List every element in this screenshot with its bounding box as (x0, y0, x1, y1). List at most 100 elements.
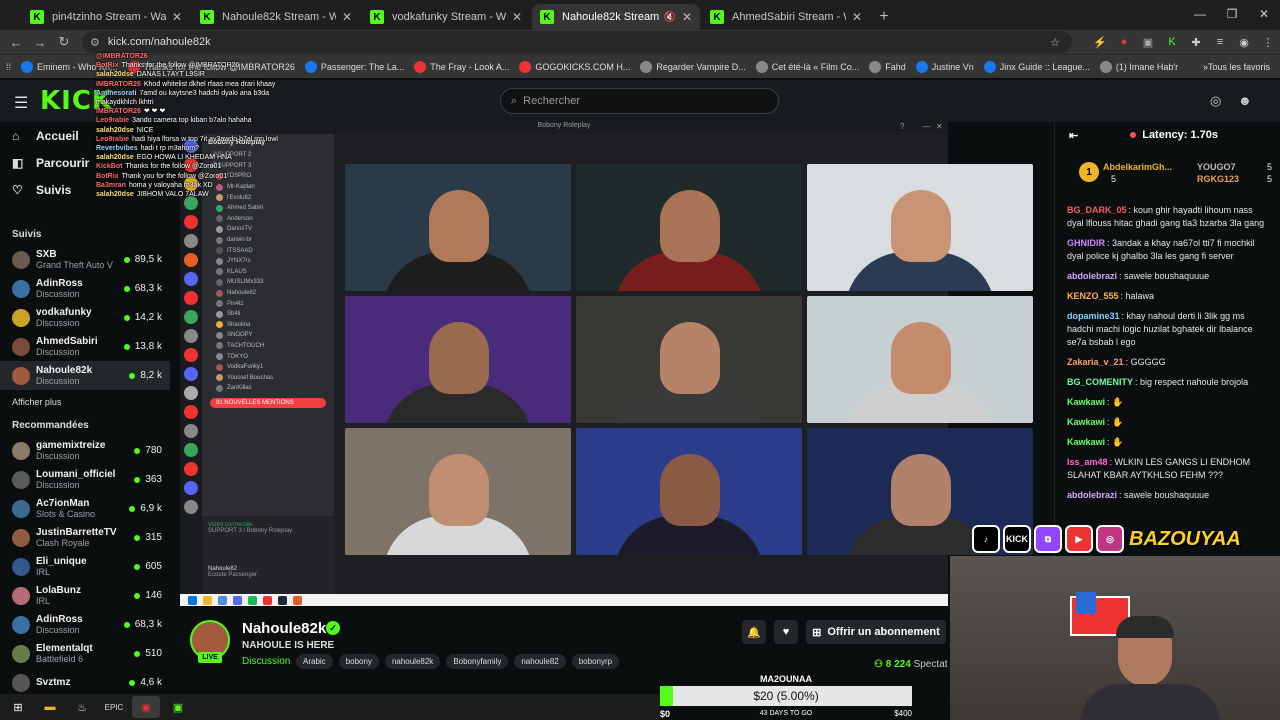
gifter-name[interactable]: YOUGO7 (1197, 162, 1236, 172)
stream-tag[interactable]: bobony (338, 654, 379, 669)
streamer-name[interactable]: Nahoule82k (242, 620, 326, 637)
media-icon[interactable]: ≡ (1208, 36, 1232, 48)
site-info-icon[interactable]: ⚙ (90, 36, 100, 49)
chat-username[interactable]: abdolebrazi (1067, 490, 1117, 500)
file-explorer-icon[interactable]: ▬ (36, 696, 64, 718)
stream-tag[interactable]: nahoule82k (384, 654, 441, 669)
forward-icon[interactable]: → (28, 35, 52, 50)
back-icon[interactable]: ← (4, 35, 28, 50)
stream-category[interactable]: Discussion (242, 656, 290, 667)
epic-icon[interactable]: EPIC (100, 696, 128, 718)
collapse-chat-icon[interactable]: ⇤ (1069, 129, 1078, 142)
gifter-name[interactable]: RGKG123 (1197, 174, 1239, 184)
url-field[interactable]: ⚙ kick.com/nahoule82k ☆ (82, 31, 1072, 53)
channel-info: Loumani_officiel Discussion (36, 469, 134, 490)
close-tab-icon[interactable]: ✕ (682, 10, 692, 24)
sidebar-channel[interactable]: SXB Grand Theft Auto V 89,5 k (0, 245, 170, 274)
chat-username[interactable]: Kawkawi (1067, 437, 1105, 447)
close-tab-icon[interactable]: ✕ (852, 10, 862, 24)
sidebar-channel[interactable]: LolaBunz IRL 146 (0, 581, 170, 610)
chat-username[interactable]: Zakaria_v_21 (1067, 357, 1124, 367)
camera-tile (576, 164, 802, 291)
bookmark-item[interactable]: Jinx Guide :: League... (983, 60, 1090, 73)
chat-username[interactable]: KENZO_555 (1067, 291, 1119, 301)
sidebar-channel[interactable]: Ac7ionMan Slots & Casino 6,9 k (0, 494, 170, 523)
browser-tab[interactable]: Kvodkafunky Stream - Watch Live ✕ (362, 4, 530, 30)
hamburger-menu-icon[interactable]: ☰ (14, 93, 28, 113)
new-tab-icon[interactable]: + (872, 4, 896, 30)
sidebar-channel[interactable]: JustinBarretteTV Clash Royale 315 (0, 523, 170, 552)
bookmark-item[interactable]: Fahd (869, 60, 906, 73)
stream-tag[interactable]: bobonyrp (571, 654, 620, 669)
sidebar-channel[interactable]: AdinRoss Discussion 68,3 k (0, 274, 170, 303)
notification-bell-button[interactable]: 🔔 (742, 620, 766, 644)
chat-username[interactable]: BG_DARK_05 (1067, 205, 1127, 215)
menu-icon[interactable]: ⋮ (1256, 36, 1280, 49)
sidebar-channel[interactable]: vodkafunky Discussion 14,2 k (0, 303, 170, 332)
follow-heart-button[interactable]: ♥ (774, 620, 798, 644)
live-dot-icon (123, 285, 130, 292)
sidebar-channel[interactable]: gamemixtreize Discussion 780 (0, 436, 170, 465)
kick-extension-icon[interactable]: K (1160, 36, 1184, 48)
top-gifter-name[interactable]: AbdelkarimGh... (1103, 162, 1172, 172)
stream-tag[interactable]: nahoule82 (514, 654, 566, 669)
member-avatar (216, 215, 223, 223)
browser-tab[interactable]: K Nahoule82k Stream - Watch🔇 ✕ (532, 4, 700, 30)
bookmark-item[interactable]: GOGOKICKS.COM H... (519, 60, 631, 73)
app-icon[interactable]: ▣ (164, 696, 192, 718)
bookmark-item[interactable]: (1) Imane Hab'r (1099, 60, 1178, 73)
show-more-link[interactable]: Afficher plus (0, 390, 170, 414)
chat-username[interactable]: abdolebrazi (1067, 271, 1117, 281)
minimize-icon[interactable]: — (1184, 0, 1216, 28)
chat-username[interactable]: Iss_am48 (1067, 457, 1108, 467)
chat-username[interactable]: Kawkawi (1067, 397, 1105, 407)
bookmark-star-icon[interactable]: ☆ (1050, 36, 1060, 49)
chrome-icon[interactable]: ◉ (132, 696, 160, 718)
close-tab-icon[interactable]: ✕ (172, 10, 182, 24)
search-input[interactable]: ⌕ Rechercher (500, 88, 779, 114)
bookmark-item[interactable]: The Fray - Look A... (414, 60, 509, 73)
stream-tag[interactable]: Bobonyfamily (446, 654, 509, 669)
browser-tab[interactable]: Kpin4tzinho Stream - Watch Live ✕ (22, 4, 190, 30)
bookmark-item[interactable]: Regarder Vampire D... (640, 60, 746, 73)
sidebar-channel[interactable]: AhmedSabiri Discussion 13,8 k (0, 332, 170, 361)
sidebar-channel[interactable]: Nahoule82k Discussion 8,2 k (0, 361, 170, 390)
steam-icon[interactable]: ♨ (68, 696, 96, 718)
close-tab-icon[interactable]: ✕ (512, 10, 522, 24)
sidebar-channel[interactable]: Svztmz 4,6 k (0, 668, 170, 697)
bookmark-label: GOGOKICKS.COM H... (535, 61, 631, 72)
chat-username[interactable]: GHNIDIR (1067, 238, 1105, 248)
apps-grid-icon[interactable]: ⁞⁞ (6, 62, 11, 72)
bookmark-item[interactable]: Passenger: The La... (304, 60, 404, 73)
chat-username[interactable]: dopamine31 (1067, 311, 1120, 321)
user-avatar-icon[interactable]: ☻ (1238, 93, 1252, 108)
extension-icon[interactable]: ● (1112, 36, 1136, 48)
mute-tab-icon[interactable]: 🔇 (663, 12, 675, 23)
obs-icon (293, 595, 302, 605)
overlay-chat-text: Thanks for the follow @Zoro01 (125, 163, 222, 171)
restore-icon[interactable]: ❐ (1216, 0, 1248, 28)
all-bookmarks[interactable]: » Tous les favoris (1203, 62, 1270, 72)
chat-username[interactable]: BG_COMENITY (1067, 377, 1133, 387)
voice-member: KLAUS (202, 267, 334, 278)
profile-icon[interactable]: ◉ (1232, 36, 1256, 49)
bookmark-item[interactable]: Justine Vn (915, 60, 974, 73)
browser-tab[interactable]: K Nahoule82k Stream - Watch Live ✕ (192, 4, 360, 30)
sidebar-channel[interactable]: Loumani_officiel Discussion 363 (0, 465, 170, 494)
reload-icon[interactable]: ↻ (52, 34, 76, 50)
puzzle-icon[interactable]: ✚ (1184, 36, 1208, 49)
notifications-icon[interactable]: ◎ (1210, 93, 1221, 109)
extension-icon[interactable]: ▣ (1136, 36, 1160, 49)
browser-tab[interactable]: K AhmedSabiri Stream - Watch Live ✕ (702, 4, 870, 30)
extension-icon[interactable]: ⚡ (1088, 36, 1112, 49)
bookmark-item[interactable]: Cet été-là « Film Co... (755, 60, 859, 73)
close-window-icon[interactable]: ✕ (1248, 0, 1280, 28)
chat-username[interactable]: Kawkawi (1067, 417, 1105, 427)
close-tab-icon[interactable]: ✕ (342, 10, 352, 24)
sidebar-channel[interactable]: Elementalqt Battlefield 6 510 (0, 639, 170, 668)
stream-tag[interactable]: Arabic (296, 654, 333, 669)
sidebar-channel[interactable]: AdinRoss Discussion 68,3 k (0, 610, 170, 639)
sidebar-channel[interactable]: Eli_unique IRL 605 (0, 552, 170, 581)
gift-sub-button[interactable]: ⊞ Offrir un abonnement (806, 620, 946, 644)
start-icon[interactable]: ⊞ (4, 696, 32, 718)
